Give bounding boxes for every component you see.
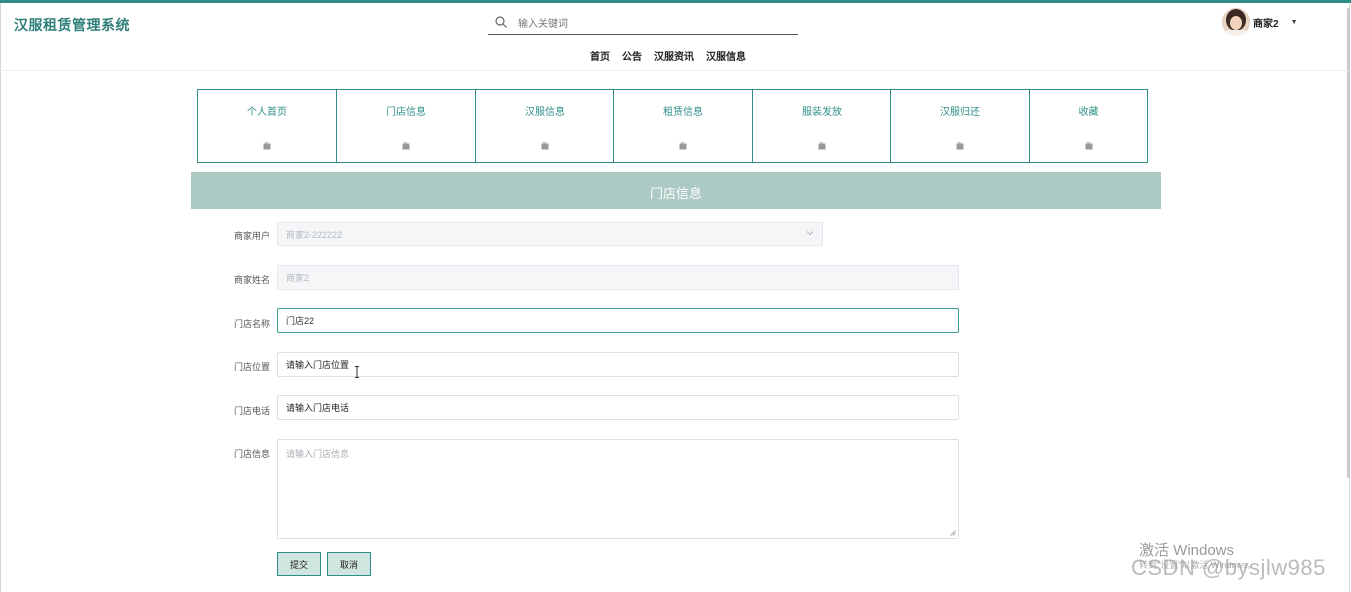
store-location-value: 请输入门店位置 [286, 360, 350, 370]
section-header: 门店信息 [191, 172, 1161, 209]
app-title[interactable]: 汉服租赁管理系统 [14, 15, 130, 35]
avatar-image [1222, 8, 1250, 36]
merchant-user-value: 商家2-222222 [286, 229, 343, 240]
tile-label: 汉服信息 [525, 107, 565, 118]
nav-notice[interactable]: 公告 [622, 48, 642, 63]
search-input[interactable] [516, 14, 790, 34]
store-info-placeholder: 请输入门店信息 [286, 449, 350, 459]
store-phone-value: 请输入门店电话 [286, 403, 350, 413]
top-nav: 首页 公告 汉服资讯 汉服信息 [590, 48, 746, 63]
broken-image-icon [541, 142, 549, 150]
broken-image-icon [956, 142, 964, 150]
store-name-field[interactable]: 门店22 [277, 308, 959, 333]
tile-label: 收藏 [1078, 107, 1099, 118]
nav-home[interactable]: 首页 [590, 48, 610, 63]
tile-label: 服装发放 [802, 107, 842, 118]
tile-hanfu-return[interactable]: 汉服归还 [890, 89, 1030, 163]
nav-hanfu-news[interactable]: 汉服资讯 [654, 48, 694, 63]
tile-hanfu-info[interactable]: 汉服信息 [475, 89, 615, 163]
tile-label: 门店信息 [386, 107, 426, 118]
broken-image-icon [818, 142, 826, 150]
submit-button[interactable]: 提交 [277, 552, 321, 576]
caret-down-icon[interactable]: ▼ [1291, 19, 1298, 26]
store-location-field[interactable]: 请输入门店位置 [277, 352, 959, 377]
tile-label: 租赁信息 [663, 107, 703, 118]
user-menu[interactable]: 商家2 ▼ [1222, 8, 1298, 36]
chevron-down-icon [806, 231, 814, 236]
tile-personal-home[interactable]: 个人首页 [197, 89, 337, 163]
store-location-label: 门店位置 [233, 362, 270, 372]
csdn-watermark: CSDN @bysjlw985 [1131, 555, 1326, 580]
cancel-button[interactable]: 取消 [327, 552, 371, 576]
avatar[interactable] [1222, 8, 1250, 36]
store-phone-label: 门店电话 [233, 406, 270, 416]
store-name-value: 门店22 [286, 316, 315, 326]
resize-handle-icon[interactable] [950, 530, 956, 536]
store-phone-field[interactable]: 请输入门店电话 [277, 395, 959, 420]
section-title: 门店信息 [649, 186, 702, 201]
merchant-user-label: 商家用户 [233, 231, 270, 241]
header-divider [0, 70, 1351, 71]
merchant-user-select[interactable]: 商家2-222222 [277, 222, 823, 246]
user-name[interactable]: 商家2 [1253, 15, 1279, 30]
broken-image-icon [402, 142, 410, 150]
search-box [488, 12, 798, 35]
tile-rental-info[interactable]: 租赁信息 [613, 89, 753, 163]
tile-label: 汉服归还 [940, 107, 980, 118]
merchant-name-label: 商家姓名 [233, 275, 270, 285]
broken-image-icon [679, 142, 687, 150]
tile-store-info[interactable]: 门店信息 [336, 89, 476, 163]
left-border [0, 3, 1, 592]
top-accent-bar [0, 0, 1351, 3]
search-icon[interactable] [494, 15, 508, 29]
page-scrollbar[interactable] [1347, 8, 1350, 478]
store-info-label: 门店信息 [233, 449, 270, 459]
merchant-name-value: 商家2 [286, 273, 310, 283]
broken-image-icon [263, 142, 271, 150]
text-cursor-icon [355, 366, 359, 378]
broken-image-icon [1085, 142, 1092, 150]
merchant-name-field[interactable]: 商家2 [277, 265, 959, 290]
tile-favorites[interactable]: 收藏 [1029, 89, 1148, 163]
store-info-textarea[interactable]: 请输入门店信息 [277, 439, 959, 539]
store-name-label: 门店名称 [233, 319, 270, 329]
nav-hanfu-info[interactable]: 汉服信息 [706, 48, 746, 63]
tile-label: 个人首页 [247, 107, 287, 118]
tile-clothing-issue[interactable]: 服装发放 [752, 89, 892, 163]
